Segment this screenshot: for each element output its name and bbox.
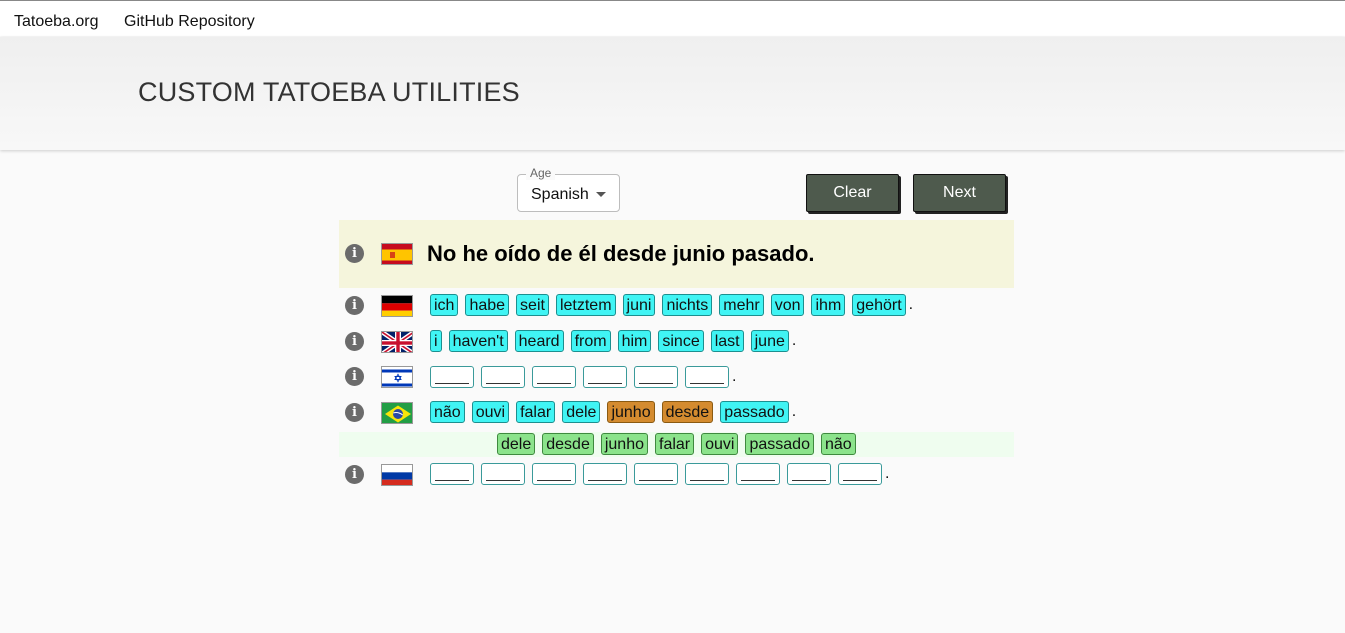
english-words: i haven't heard from him since last june…	[430, 330, 796, 352]
choice-tile[interactable]: dele	[497, 433, 536, 455]
word-tile[interactable]: letztem	[555, 294, 616, 316]
word-tile[interactable]: from	[570, 330, 611, 352]
choice-tile[interactable]: passado	[745, 433, 814, 455]
select-label: Age	[526, 166, 556, 180]
blank-slot[interactable]	[430, 463, 474, 485]
info-icon[interactable]: i	[345, 332, 364, 351]
word-tile[interactable]: him	[617, 330, 652, 352]
word-tile[interactable]: passado	[720, 401, 789, 423]
tatoeba-link[interactable]: Tatoeba.org	[14, 13, 99, 31]
word-tile[interactable]: nichts	[662, 294, 713, 316]
germany-flag-icon	[381, 295, 413, 317]
blank-slot[interactable]	[787, 463, 831, 485]
header-banner: CUSTOM TATOEBA UTILITIES	[0, 37, 1345, 150]
portuguese-words: não ouvi falar dele junho desde passado …	[430, 401, 796, 423]
german-words: ich habe seit letztem juni nichts mehr v…	[430, 294, 913, 316]
word-tile[interactable]: i	[430, 330, 442, 352]
word-tile[interactable]: since	[658, 330, 704, 352]
info-icon[interactable]: i	[345, 367, 364, 386]
caret-down-icon	[596, 192, 606, 197]
sentence-end: .	[732, 368, 737, 385]
blank-slot[interactable]	[634, 463, 678, 485]
word-tile[interactable]: dele	[562, 401, 601, 423]
russia-flag-icon	[381, 464, 413, 486]
word-tile-highlighted[interactable]: junho	[607, 401, 655, 423]
word-tile[interactable]: ihm	[811, 294, 846, 316]
word-choices: dele desde junho falar ouvi passado não	[497, 433, 863, 455]
sentence-end: .	[791, 332, 797, 349]
word-tile[interactable]: habe	[465, 294, 510, 316]
info-icon[interactable]: i	[345, 296, 364, 315]
select-value: Spanish	[531, 186, 589, 203]
next-button[interactable]: Next	[913, 174, 1006, 212]
israel-flag-icon	[381, 366, 413, 388]
word-tile[interactable]: june	[750, 330, 789, 352]
blank-slot[interactable]	[685, 463, 729, 485]
choice-tile[interactable]: desde	[542, 433, 594, 455]
blank-slot[interactable]	[532, 366, 576, 388]
word-tile[interactable]: juni	[622, 294, 656, 316]
info-icon[interactable]: i	[345, 465, 364, 484]
word-tile[interactable]: seit	[516, 294, 549, 316]
top-nav: Tatoeba.org GitHub Repository	[0, 1, 1345, 36]
word-tile[interactable]: von	[770, 294, 805, 316]
main-sentence: No he oído de él desde junio pasado.	[427, 241, 815, 266]
word-tile-highlighted[interactable]: desde	[661, 401, 714, 423]
blank-slot[interactable]	[481, 366, 525, 388]
clear-button[interactable]: Clear	[806, 174, 899, 212]
choice-tile[interactable]: junho	[600, 433, 648, 455]
blank-slot[interactable]	[481, 463, 525, 485]
russian-blanks: .	[430, 463, 889, 485]
word-tile[interactable]: gehört	[852, 294, 906, 316]
blank-slot[interactable]	[583, 366, 627, 388]
blank-slot[interactable]	[634, 366, 678, 388]
choice-tile[interactable]: falar	[655, 433, 695, 455]
choice-tile[interactable]: não	[820, 433, 856, 455]
github-link[interactable]: GitHub Repository	[124, 13, 255, 31]
sentence-end: .	[885, 465, 890, 482]
sentence-end: .	[791, 403, 797, 420]
word-tile[interactable]: heard	[514, 330, 564, 352]
word-tile[interactable]: last	[710, 330, 744, 352]
word-tile[interactable]: mehr	[719, 294, 764, 316]
spain-flag-icon	[381, 243, 413, 265]
word-tile[interactable]: falar	[516, 401, 556, 423]
blank-slot[interactable]	[532, 463, 576, 485]
uk-flag-icon	[381, 331, 413, 353]
word-tile[interactable]: ouvi	[471, 401, 510, 423]
blank-slot[interactable]	[685, 366, 729, 388]
choice-tile[interactable]: ouvi	[701, 433, 739, 455]
hebrew-blanks: .	[430, 366, 736, 388]
word-tile[interactable]: ich	[430, 294, 459, 316]
page-title: CUSTOM TATOEBA UTILITIES	[138, 77, 520, 107]
sentence-end: .	[908, 296, 914, 313]
blank-slot[interactable]	[736, 463, 780, 485]
word-tile[interactable]: não	[430, 401, 465, 423]
info-icon[interactable]: i	[345, 403, 364, 422]
brazil-flag-icon	[381, 402, 413, 424]
blank-slot[interactable]	[583, 463, 627, 485]
info-icon[interactable]: i	[345, 244, 364, 263]
blank-slot[interactable]	[838, 463, 882, 485]
blank-slot[interactable]	[430, 366, 474, 388]
word-tile[interactable]: haven't	[448, 330, 508, 352]
